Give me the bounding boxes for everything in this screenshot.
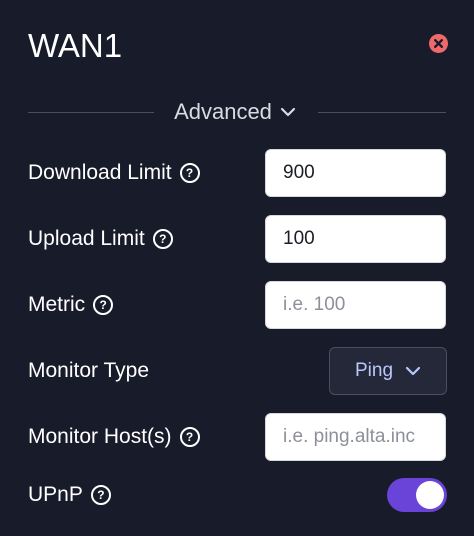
metric-label-row: Metric ? [28, 281, 114, 329]
monitor-type-label: Monitor Type [28, 359, 150, 382]
divider-left [28, 112, 154, 113]
advanced-toggle[interactable]: Advanced [160, 96, 310, 128]
help-icon[interactable]: ? [179, 427, 200, 447]
upnp-label-row: UPnP ? [28, 471, 111, 519]
monitor-type-label-row: Monitor Type [28, 347, 149, 395]
help-icon[interactable]: ? [152, 229, 173, 249]
close-button[interactable] [429, 34, 448, 53]
metric-label: Metric [28, 293, 86, 316]
download-limit-label: Download Limit [28, 161, 172, 184]
help-icon[interactable]: ? [179, 163, 200, 183]
divider-right [318, 112, 446, 113]
monitor-hosts-label: Monitor Host(s) [28, 425, 172, 448]
upload-limit-label-row: Upload Limit ? [28, 215, 173, 263]
monitor-hosts-input[interactable] [265, 413, 446, 461]
help-icon[interactable]: ? [93, 295, 114, 315]
download-limit-label-row: Download Limit ? [28, 149, 200, 197]
advanced-label: Advanced [174, 99, 272, 124]
monitor-type-value: Ping [354, 360, 394, 381]
metric-input[interactable] [265, 281, 446, 329]
upload-limit-input[interactable] [265, 215, 446, 263]
upload-limit-label: Upload Limit [28, 227, 145, 250]
download-limit-input[interactable] [265, 149, 446, 197]
close-icon[interactable] [429, 34, 448, 53]
upnp-label: UPnP [28, 483, 83, 506]
monitor-hosts-label-row: Monitor Host(s) ? [28, 413, 200, 461]
panel-title: WAN1 [28, 27, 123, 64]
help-icon[interactable]: ? [90, 485, 111, 505]
upnp-toggle[interactable] [387, 478, 447, 512]
monitor-type-select[interactable]: Ping [329, 347, 447, 395]
chevron-down-icon [280, 107, 296, 117]
chevron-down-icon [405, 366, 421, 376]
toggle-knob [416, 481, 444, 509]
